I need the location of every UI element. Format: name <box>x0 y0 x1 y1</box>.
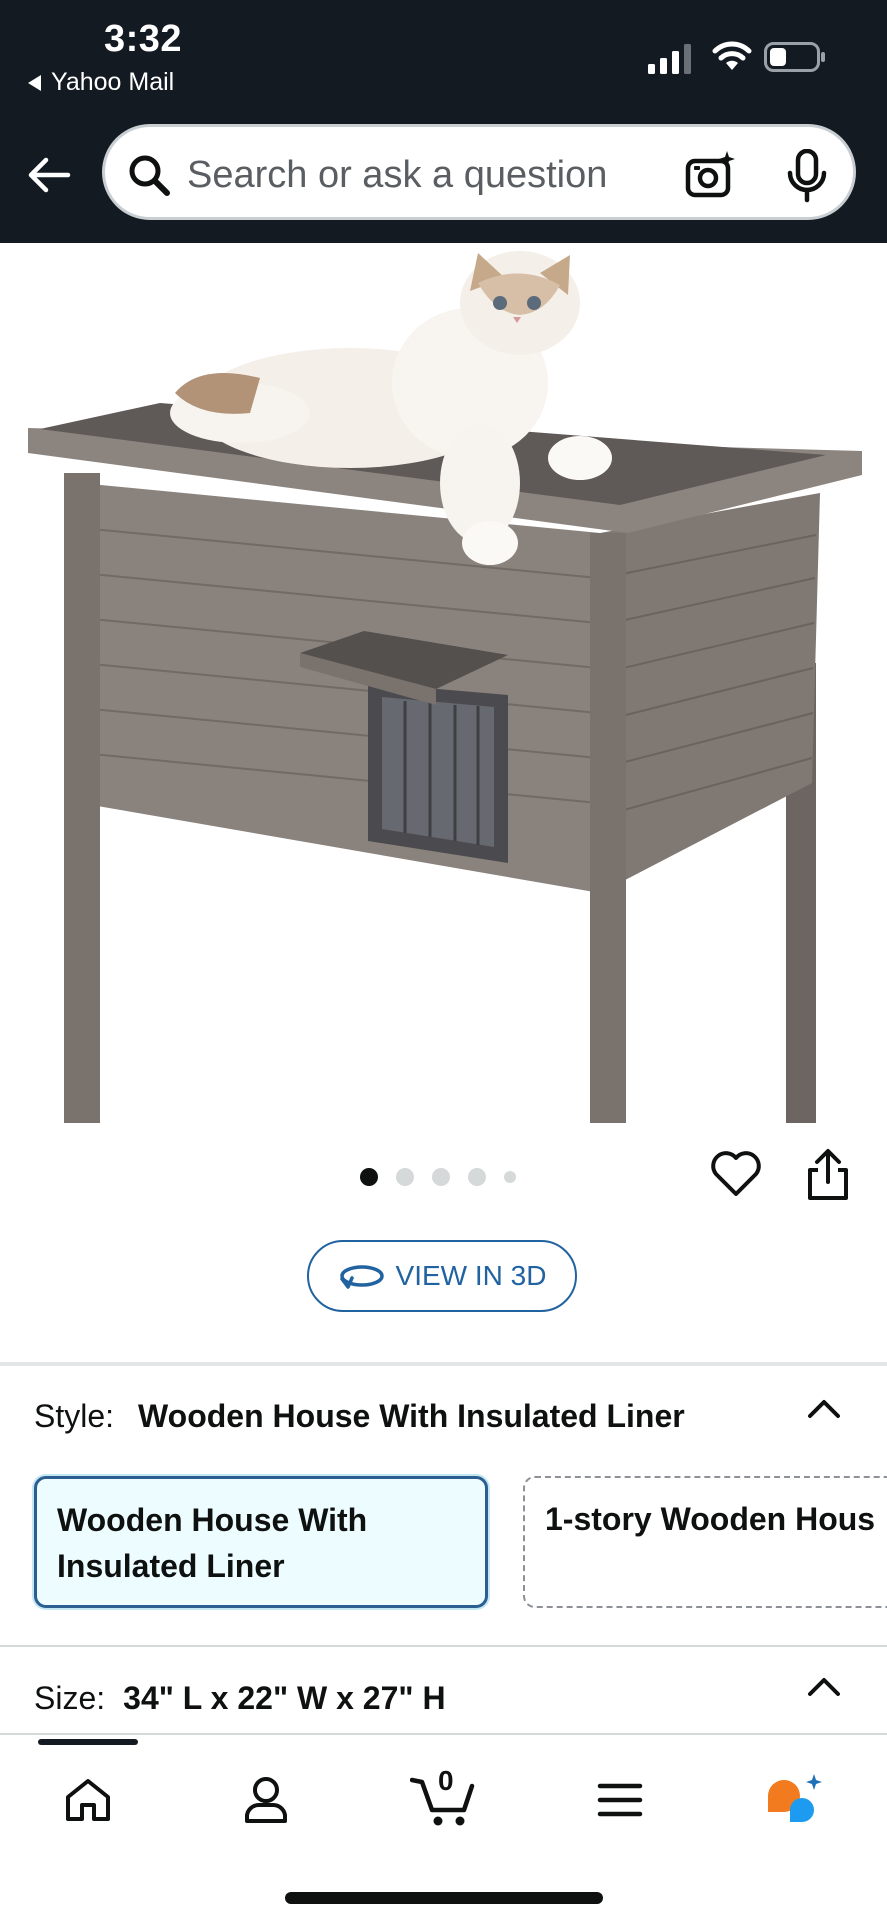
heart-icon[interactable] <box>710 1148 762 1198</box>
nav-home[interactable] <box>53 1765 123 1835</box>
nav-cart[interactable]: 0 <box>408 1765 482 1835</box>
home-indicator-bar <box>285 1892 603 1904</box>
image-carousel-dots[interactable] <box>360 1163 516 1191</box>
section-divider <box>0 1645 887 1647</box>
share-icon[interactable] <box>804 1148 852 1202</box>
style-value: Wooden House With Insulated Liner <box>138 1398 685 1434</box>
carousel-dot[interactable] <box>504 1171 516 1183</box>
camera-search-icon[interactable] <box>685 149 737 201</box>
back-app-label: Yahoo Mail <box>51 68 175 96</box>
ai-assistant-icon <box>768 1774 822 1822</box>
carousel-dot[interactable] <box>396 1168 414 1186</box>
menu-icon <box>597 1783 643 1817</box>
app-header: 3:32 Yahoo Mail <box>0 0 887 243</box>
active-tab-indicator <box>38 1739 138 1745</box>
nav-menu[interactable] <box>585 1765 655 1835</box>
chevron-up-icon[interactable] <box>806 1676 842 1698</box>
back-to-app-link[interactable]: Yahoo Mail <box>28 68 174 97</box>
product-image[interactable] <box>0 243 887 1123</box>
back-arrow-icon[interactable] <box>24 150 74 200</box>
account-icon <box>245 1777 287 1823</box>
battery-icon <box>764 42 825 72</box>
microphone-icon[interactable] <box>785 149 829 203</box>
carousel-dot[interactable] <box>360 1168 378 1186</box>
nav-ai-assistant[interactable] <box>760 1765 830 1835</box>
size-value: 34" L x 22" W x 27" H <box>123 1680 446 1716</box>
style-option-label: 1-story Wooden Hous <box>545 1501 876 1537</box>
style-selector-header[interactable]: Style: Wooden House With Insulated Liner <box>34 1398 685 1435</box>
style-option[interactable]: 1-story Wooden Hous <box>523 1476 887 1608</box>
carousel-dot[interactable] <box>468 1168 486 1186</box>
nav-account[interactable] <box>231 1765 301 1835</box>
wifi-icon <box>712 41 752 70</box>
search-icon <box>129 155 170 196</box>
cellular-signal-icon <box>648 44 691 74</box>
home-icon <box>66 1779 110 1821</box>
search-bar[interactable] <box>102 124 856 220</box>
style-option-label: Wooden House With Insulated Liner <box>57 1502 368 1584</box>
view-in-3d-label: VIEW IN 3D <box>395 1260 547 1291</box>
section-divider <box>0 1362 887 1366</box>
size-label: Size: <box>34 1680 106 1716</box>
carousel-dot[interactable] <box>432 1168 450 1186</box>
chevron-up-icon[interactable] <box>806 1398 842 1420</box>
bottom-navigation: 0 <box>0 1733 887 1922</box>
style-label: Style: <box>34 1398 115 1434</box>
size-selector-header[interactable]: Size: 34" L x 22" W x 27" H <box>34 1680 446 1717</box>
style-option-selected[interactable]: Wooden House With Insulated Liner <box>34 1476 488 1608</box>
search-input[interactable] <box>187 147 657 203</box>
cart-count-badge: 0 <box>438 1765 454 1796</box>
view-in-3d-button[interactable]: VIEW IN 3D <box>307 1240 577 1312</box>
status-time: 3:32 <box>104 18 183 60</box>
rotate-3d-icon <box>339 1265 384 1289</box>
back-triangle-icon <box>28 74 41 91</box>
